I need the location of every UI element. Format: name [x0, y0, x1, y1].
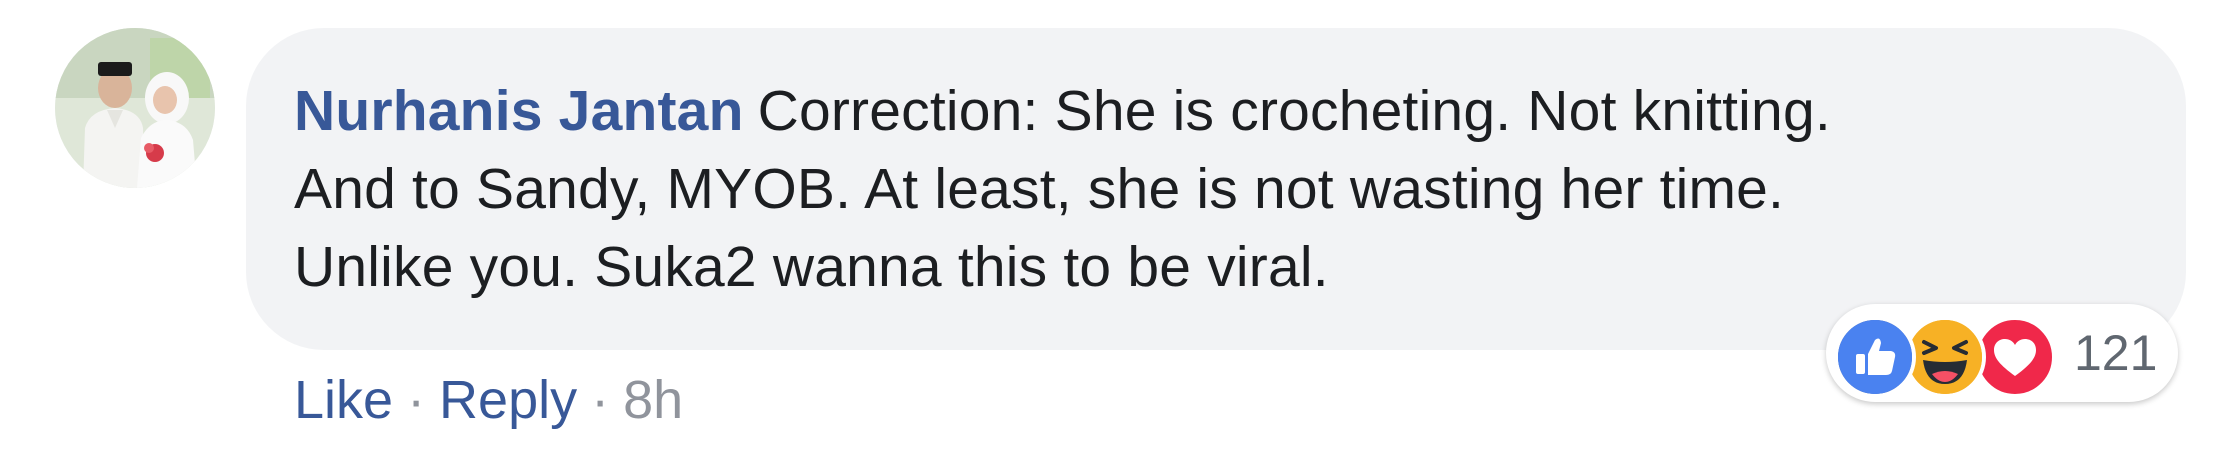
comment-bubble: Nurhanis Jantan Correction: She is croche…: [246, 28, 2186, 350]
reaction-count: 121: [2074, 325, 2158, 381]
comment-line-1: Correction: She is crocheting. Not knitt…: [757, 79, 1831, 143]
reply-link[interactable]: Reply: [439, 370, 577, 430]
separator-dot: ·: [407, 370, 426, 430]
reactions-summary[interactable]: 121: [1826, 304, 2178, 402]
comment-line-2: And to Sandy, MYOB. At least, she is not…: [294, 157, 1785, 221]
comment-line-3: Unlike you. Suka2 wanna this to be viral…: [294, 235, 1329, 299]
comment-actions: Like · Reply · 8h: [294, 360, 683, 440]
comment-timestamp[interactable]: 8h: [623, 370, 683, 430]
like-icon: [1834, 316, 1916, 398]
comment-author-link[interactable]: Nurhanis Jantan: [294, 79, 744, 143]
love-icon: [1974, 316, 2056, 398]
like-link[interactable]: Like: [294, 370, 393, 430]
avatar-photo-icon: [55, 28, 215, 188]
separator-dot: ·: [591, 370, 610, 430]
haha-icon: [1904, 316, 1986, 398]
avatar[interactable]: [55, 28, 215, 188]
comment-text: Nurhanis Jantan Correction: She is croche…: [294, 72, 2126, 306]
